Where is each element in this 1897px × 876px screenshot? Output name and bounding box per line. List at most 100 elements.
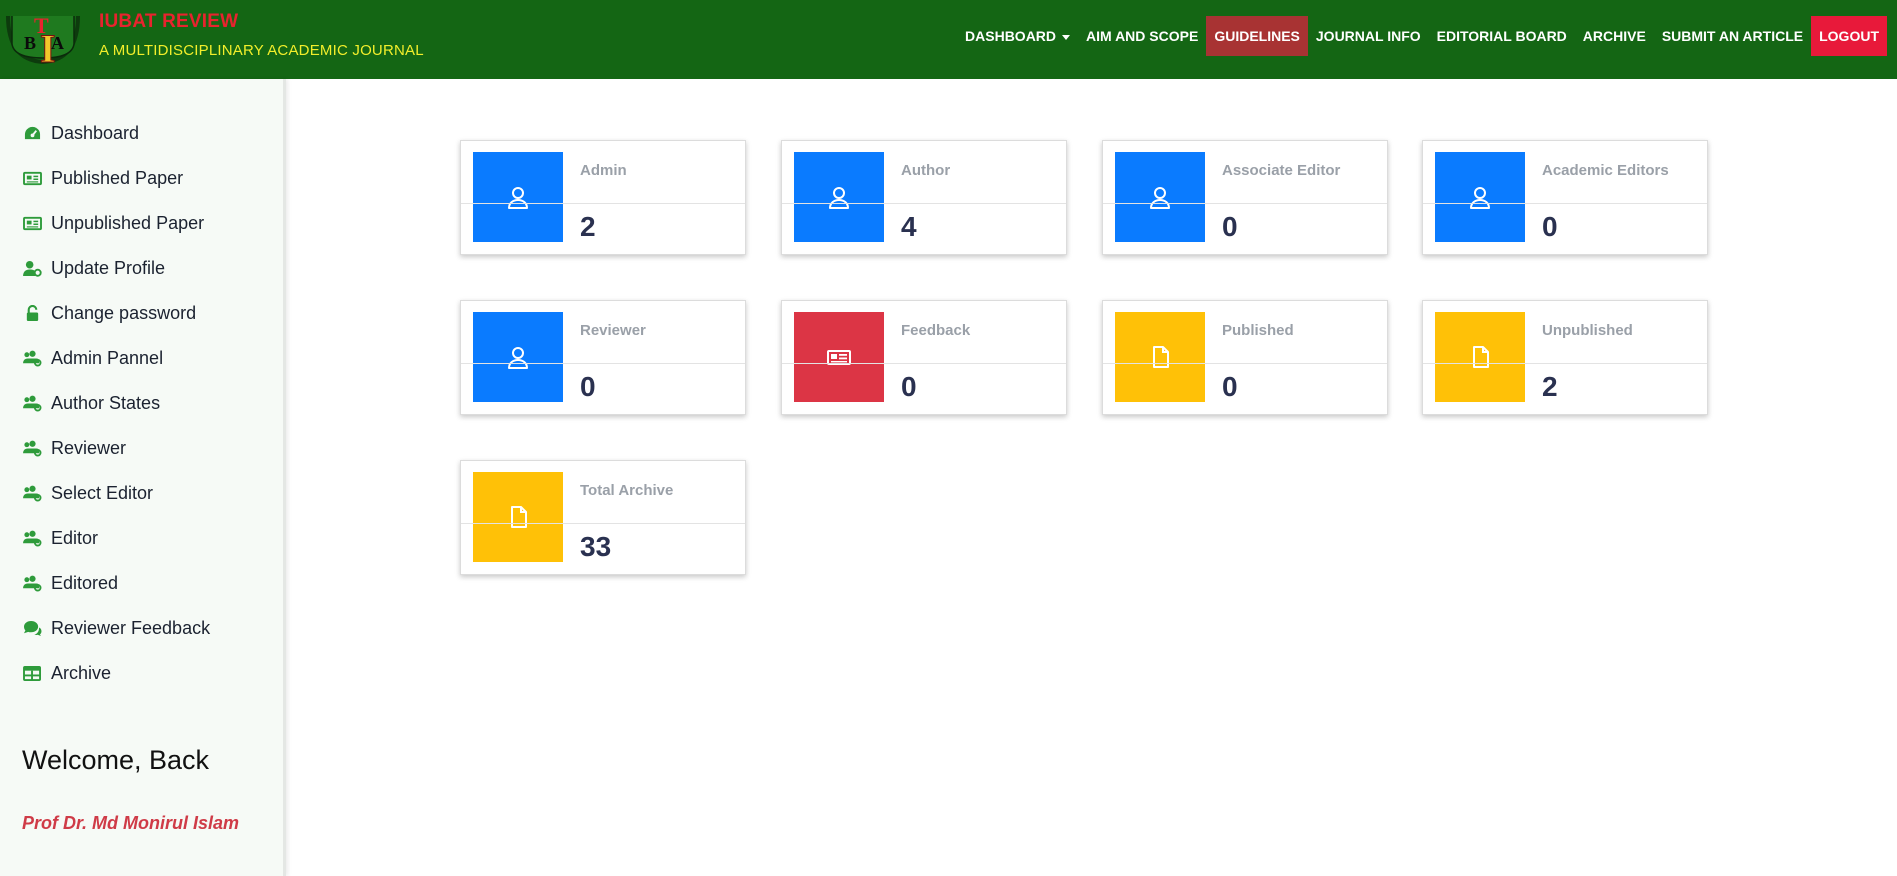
stat-label: Associate Editor xyxy=(1222,162,1341,179)
users-cog-icon xyxy=(22,395,42,413)
stat-card-academic-editors[interactable]: Academic Editors 0 xyxy=(1422,140,1708,255)
file-icon xyxy=(1435,312,1525,402)
sidebar-item-label: Unpublished Paper xyxy=(51,213,205,233)
card-divider xyxy=(461,203,745,204)
stat-card-associate-editor[interactable]: Associate Editor 0 xyxy=(1102,140,1388,255)
brand-subtitle: A MULTIDISCIPLINARY ACADEMIC JOURNAL xyxy=(99,42,424,59)
stat-value: 0 xyxy=(580,371,596,402)
sidebar-item-published-paper[interactable]: Published Paper xyxy=(22,156,210,201)
user-cog-icon xyxy=(22,260,42,278)
nav-guidelines[interactable]: GUIDELINES xyxy=(1206,16,1308,56)
sidebar-item-label: Select Editor xyxy=(51,483,154,503)
sidebar-item-label: Admin Pannel xyxy=(51,348,164,368)
sidebar-item-dashboard[interactable]: Dashboard xyxy=(22,111,210,156)
stat-value: 2 xyxy=(1542,371,1558,402)
stat-card-unpublished[interactable]: Unpublished 2 xyxy=(1422,300,1708,415)
gauge-icon xyxy=(22,125,42,143)
sidebar-item-update-profile[interactable]: Update Profile xyxy=(22,246,210,291)
nav-dashboard-label: DASHBOARD xyxy=(965,28,1057,44)
file-icon xyxy=(1115,312,1205,402)
card-divider xyxy=(1103,363,1387,364)
stat-label: Published xyxy=(1222,322,1294,339)
stat-card-reviewer[interactable]: Reviewer 0 xyxy=(460,300,746,415)
file-icon xyxy=(473,472,563,562)
user-icon xyxy=(1115,152,1205,242)
card-divider xyxy=(461,523,745,524)
user-icon xyxy=(473,152,563,242)
sidebar-item-label: Reviewer Feedback xyxy=(51,618,211,638)
table-icon xyxy=(22,665,42,683)
stat-label: Author xyxy=(901,162,951,179)
stat-card-author[interactable]: Author 4 xyxy=(781,140,1067,255)
sidebar-item-editored[interactable]: Editored xyxy=(22,561,210,606)
sidebar-item-author-states[interactable]: Author States xyxy=(22,381,210,426)
card-divider xyxy=(1423,363,1707,364)
newspaper-icon xyxy=(22,170,42,188)
logout-button[interactable]: LOGOUT xyxy=(1811,16,1887,56)
users-cog-icon xyxy=(22,440,42,458)
card-divider xyxy=(782,203,1066,204)
sidebar-item-label: Archive xyxy=(51,663,112,683)
sidebar-item-label: Change password xyxy=(51,303,197,323)
caret-down-icon xyxy=(1062,34,1071,40)
sidebar-item-reviewer-feedback[interactable]: Reviewer Feedback xyxy=(22,606,210,651)
sidebar-item-select-editor[interactable]: Select Editor xyxy=(22,471,210,516)
sidebar-menu: Dashboard Published Paper Unpublished Pa… xyxy=(22,111,210,696)
stat-value: 0 xyxy=(1222,211,1238,242)
nav-journal-info[interactable]: JOURNAL INFO xyxy=(1308,16,1429,56)
stat-value: 33 xyxy=(580,531,612,562)
card-divider xyxy=(1103,203,1387,204)
sidebar-item-unpublished-paper[interactable]: Unpublished Paper xyxy=(22,201,210,246)
sidebar-item-editor[interactable]: Editor xyxy=(22,516,210,561)
unlock-icon xyxy=(22,305,42,323)
stat-card-admin[interactable]: Admin 2 xyxy=(460,140,746,255)
stat-card-total-archive[interactable]: Total Archive 33 xyxy=(460,460,746,575)
nav-aim-and-scope[interactable]: AIM AND SCOPE xyxy=(1078,16,1206,56)
stat-label: Total Archive xyxy=(580,482,674,499)
sidebar-item-label: Author States xyxy=(51,393,161,413)
newspaper-icon xyxy=(22,215,42,233)
welcome-heading: Welcome, Back xyxy=(22,745,210,775)
sidebar-item-admin-pannel[interactable]: Admin Pannel xyxy=(22,336,210,381)
stat-label: Feedback xyxy=(901,322,971,339)
sidebar-item-label: Reviewer xyxy=(51,438,127,458)
stat-value: 0 xyxy=(901,371,917,402)
comments-icon xyxy=(22,620,42,638)
main-nav: DASHBOARD AIM AND SCOPE GUIDELINES JOURN… xyxy=(957,16,1887,56)
card-divider xyxy=(782,363,1066,364)
sidebar-item-label: Editor xyxy=(51,528,99,548)
stat-value: 4 xyxy=(901,211,917,242)
logo-letter-i: I xyxy=(40,26,56,68)
sidebar-item-label: Dashboard xyxy=(51,123,140,143)
users-cog-icon xyxy=(22,485,42,503)
top-navbar: B A T I IUBAT REVIEW A MULTIDISCIPLINARY… xyxy=(0,0,1897,79)
nav-archive[interactable]: ARCHIVE xyxy=(1575,16,1654,56)
user-icon xyxy=(473,312,563,402)
user-icon xyxy=(794,152,884,242)
sidebar-item-label: Published Paper xyxy=(51,168,184,188)
stat-label: Reviewer xyxy=(580,322,646,339)
stat-card-published[interactable]: Published 0 xyxy=(1102,300,1388,415)
sidebar-item-label: Editored xyxy=(51,573,119,593)
newspaper-icon xyxy=(794,312,884,402)
stat-label: Academic Editors xyxy=(1542,162,1669,179)
sidebar-item-change-password[interactable]: Change password xyxy=(22,291,210,336)
users-cog-icon xyxy=(22,350,42,368)
card-divider xyxy=(461,363,745,364)
brand-title[interactable]: IUBAT REVIEW xyxy=(99,11,238,33)
stat-value: 0 xyxy=(1542,211,1558,242)
sidebar-item-reviewer[interactable]: Reviewer xyxy=(22,426,210,471)
sidebar-item-archive[interactable]: Archive xyxy=(22,651,210,696)
stat-value: 0 xyxy=(1222,371,1238,402)
stat-label: Unpublished xyxy=(1542,322,1633,339)
nav-dashboard[interactable]: DASHBOARD xyxy=(957,16,1078,56)
user-icon xyxy=(1435,152,1525,242)
nav-submit-article[interactable]: SUBMIT AN ARTICLE xyxy=(1654,16,1811,56)
iubat-logo[interactable]: B A T I xyxy=(4,6,82,72)
nav-editorial-board[interactable]: EDITORIAL BOARD xyxy=(1429,16,1575,56)
stat-label: Admin xyxy=(580,162,627,179)
sidebar: Dashboard Published Paper Unpublished Pa… xyxy=(0,79,286,876)
stat-value: 2 xyxy=(580,211,596,242)
users-cog-icon xyxy=(22,530,42,548)
stat-card-feedback[interactable]: Feedback 0 xyxy=(781,300,1067,415)
